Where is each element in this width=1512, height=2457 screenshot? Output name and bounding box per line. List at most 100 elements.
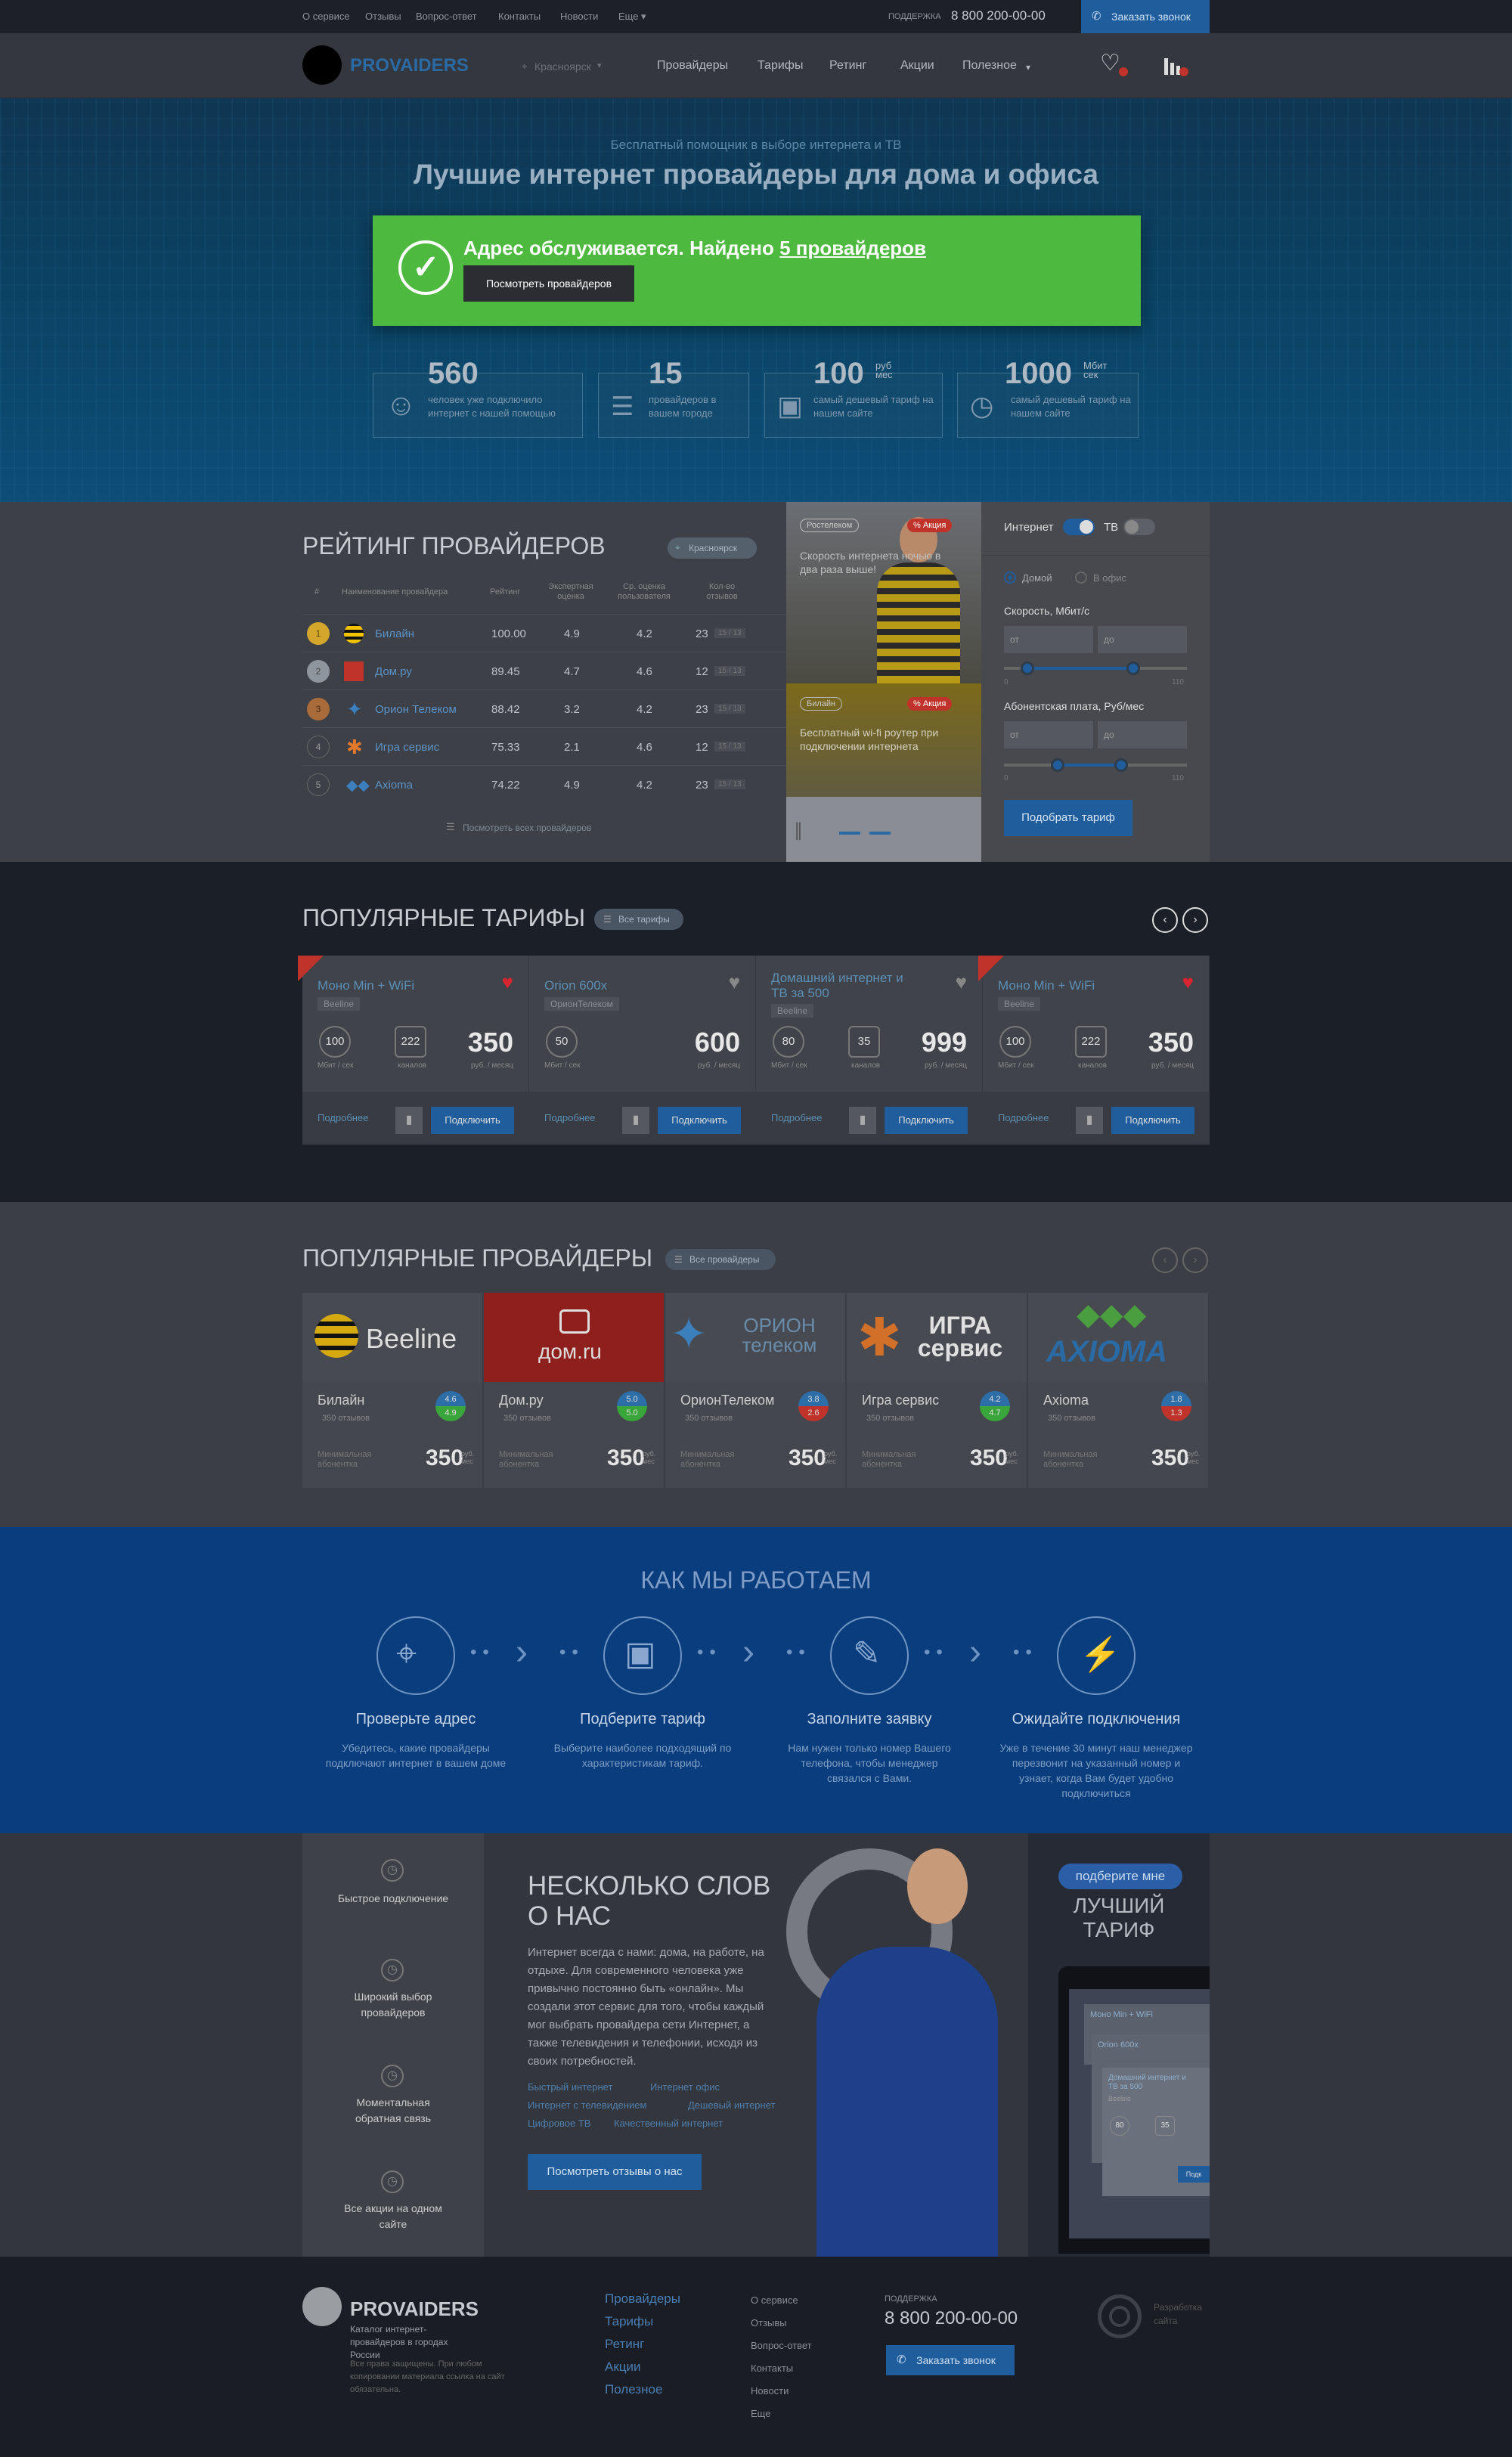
provider-name[interactable]: Axioma — [1043, 1393, 1089, 1408]
nav-useful[interactable]: Полезное — [962, 59, 1017, 73]
tag-link[interactable]: Интернет офис — [650, 2081, 720, 2093]
provider-name[interactable]: Дом.ру — [375, 665, 412, 678]
more-link[interactable]: Подробнее — [771, 1112, 822, 1123]
top-link-more[interactable]: Еще — [618, 11, 638, 22]
pause-icon[interactable]: ∥ — [794, 820, 803, 841]
footer-phone[interactable]: 8 800 200-00-00 — [885, 2308, 1018, 2329]
nav-providers[interactable]: Провайдеры — [657, 59, 728, 73]
provider-name[interactable]: Игра сервис — [375, 741, 439, 754]
tariff-card[interactable]: Orion 600x ОрионТелеком ♥ 50 600 Мбит / … — [529, 956, 756, 1145]
heart-icon[interactable]: ♥ — [956, 971, 967, 994]
speed-slider-max-handle[interactable] — [1126, 662, 1140, 675]
tariff-name[interactable]: Домашний интернет и ТВ за 500 — [771, 971, 922, 1001]
footer-link-faq[interactable]: Вопрос-ответ — [751, 2340, 812, 2351]
top-link-faq[interactable]: Вопрос-ответ — [416, 11, 477, 22]
all-providers-link[interactable]: Посмотреть всех провайдеров — [463, 823, 591, 833]
footer-callback-button[interactable]: ✆ Заказать звонок — [886, 2345, 1015, 2375]
footer-link-tariffs[interactable]: Тарифы — [605, 2314, 653, 2329]
provider-name[interactable]: Дом.ру — [499, 1393, 544, 1408]
tariff-card[interactable]: Моно Min + WiFi Beeline ♥ 100 222 350 Мб… — [978, 956, 1210, 1145]
tariff-card[interactable]: Моно Min + WiFi Beeline ♥ 100 222 350 Мб… — [298, 956, 529, 1145]
rating-row[interactable]: 5 ◆◆ Axioma 74.22 4.9 4.2 23 15 / 13 — [302, 765, 786, 803]
tag-link[interactable]: Цифровое ТВ — [528, 2118, 590, 2129]
provider-name[interactable]: ОрионТелеком — [680, 1393, 774, 1408]
rating-row[interactable]: 3 ✦ Орион Телеком 88.42 3.2 4.2 23 15 / … — [302, 689, 786, 727]
fee-slider-max-handle[interactable] — [1114, 758, 1128, 772]
footer-link-reviews[interactable]: Отзывы — [751, 2317, 787, 2328]
promo-card-beeline[interactable]: Билайн % Акция Бесплатный wi-fi роутер п… — [786, 683, 981, 862]
tariff-name[interactable]: Orion 600x — [544, 978, 696, 993]
prev-arrow-icon[interactable]: ‹ — [1152, 907, 1178, 933]
provider-reviews[interactable]: 350 отзывов — [1048, 1414, 1095, 1423]
provider-name[interactable]: Билайн — [318, 1393, 364, 1408]
prev-arrow-icon[interactable]: ‹ — [1152, 1247, 1178, 1273]
best-tariff-banner[interactable]: подберите мне ЛУЧШИЙ ТАРИФ Моно Min + Wi… — [1028, 1833, 1210, 2257]
more-link[interactable]: Подробнее — [544, 1112, 595, 1123]
more-link[interactable]: Подробнее — [998, 1112, 1049, 1123]
heart-icon[interactable]: ♥ — [729, 971, 740, 994]
heart-icon[interactable]: ♥ — [502, 971, 513, 994]
nav-promos[interactable]: Акции — [900, 59, 934, 73]
compare-icon[interactable]: ▮ — [622, 1107, 649, 1134]
found-providers-link[interactable]: 5 провайдеров — [779, 237, 926, 259]
tariff-name[interactable]: Моно Min + WiFi — [318, 978, 469, 993]
fee-slider-min-handle[interactable] — [1051, 758, 1064, 772]
compare-icon[interactable]: ▮ — [395, 1107, 423, 1134]
radio-office[interactable] — [1075, 572, 1087, 584]
provider-name[interactable]: Axioma — [375, 779, 413, 792]
provider-card[interactable]: ✱ ИГРА сервис Игра сервис 350 отзывов 4.… — [847, 1293, 1027, 1488]
footer-link-rating[interactable]: Ретинг — [605, 2337, 644, 2352]
provider-reviews[interactable]: 350 отзывов — [685, 1414, 733, 1423]
tariff-name[interactable]: Моно Min + WiFi — [998, 978, 1149, 993]
top-link-about[interactable]: О сервисе — [302, 11, 350, 22]
connect-button[interactable]: Подключить — [658, 1107, 741, 1134]
nav-tariffs[interactable]: Тарифы — [758, 59, 803, 73]
provider-reviews[interactable]: 350 отзывов — [866, 1414, 914, 1423]
footer-link-providers[interactable]: Провайдеры — [605, 2291, 680, 2307]
logo-text[interactable]: PROVAIDERS — [350, 55, 469, 76]
provider-name[interactable]: Игра сервис — [862, 1393, 939, 1408]
rating-row[interactable]: 2 Дом.ру 89.45 4.7 4.6 12 15 / 13 — [302, 652, 786, 689]
next-arrow-icon[interactable]: › — [1182, 1247, 1208, 1273]
footer-link-more[interactable]: Еще — [751, 2408, 770, 2419]
top-link-reviews[interactable]: Отзывы — [365, 11, 401, 22]
provider-reviews[interactable]: 350 отзывов — [322, 1414, 370, 1423]
speed-slider-min-handle[interactable] — [1021, 662, 1034, 675]
footer-logo-text[interactable]: PROVAIDERS — [350, 2297, 479, 2321]
developer-credit[interactable]: Разработка сайта — [1154, 2301, 1214, 2328]
top-link-news[interactable]: Новости — [560, 11, 598, 22]
heart-icon[interactable]: ♥ — [1182, 971, 1194, 994]
city-selector[interactable]: Красноярск — [534, 60, 591, 73]
provider-card[interactable]: ✦ ОРИОН телеком ОрионТелеком 350 отзывов… — [665, 1293, 845, 1488]
reviews-button[interactable]: Посмотреть отзывы о нас — [528, 2154, 702, 2190]
carousel-dot-active[interactable] — [839, 832, 860, 835]
provider-card[interactable]: ◆◆◆ AXIOMA Axioma 350 отзывов 1.8 1.3 Ми… — [1028, 1293, 1208, 1488]
provider-reviews[interactable]: 350 отзывов — [503, 1414, 551, 1423]
logo-icon[interactable] — [302, 45, 342, 85]
provider-card[interactable]: Beeline Билайн 350 отзывов 4.6 4.9 Миним… — [302, 1293, 482, 1488]
connect-button[interactable]: Подключить — [885, 1107, 968, 1134]
compare-icon[interactable]: ▮ — [849, 1107, 876, 1134]
footer-link-news[interactable]: Новости — [751, 2385, 789, 2397]
footer-logo-icon[interactable] — [302, 2287, 342, 2326]
show-providers-button[interactable]: Посмотреть провайдеров — [463, 265, 634, 302]
tariff-card[interactable]: Домашний интернет и ТВ за 500 Beeline ♥ … — [756, 956, 983, 1145]
pick-tariff-button[interactable]: Подобрать тариф — [1004, 800, 1132, 836]
more-link[interactable]: Подробнее — [318, 1112, 368, 1123]
provider-name[interactable]: Орион Телеком — [375, 703, 457, 716]
developer-logo-icon[interactable] — [1098, 2294, 1142, 2338]
tv-toggle[interactable] — [1123, 519, 1155, 535]
top-link-contacts[interactable]: Контакты — [498, 11, 541, 22]
promo-card-rostelecom[interactable]: Ростелеком % Акция Скорость интернета но… — [786, 502, 981, 683]
provider-card[interactable]: дом.ru Дом.ру 350 отзывов 5.0 5.0 Минима… — [484, 1293, 664, 1488]
tag-link[interactable]: Быстрый интернет — [528, 2081, 612, 2093]
support-phone[interactable]: 8 800 200-00-00 — [951, 8, 1046, 23]
compare-icon[interactable]: ▮ — [1076, 1107, 1103, 1134]
rating-city-badge[interactable]: ⌖ Красноярск — [668, 538, 757, 559]
footer-link-contacts[interactable]: Контакты — [751, 2362, 793, 2374]
speed-to-input[interactable]: до — [1098, 626, 1187, 653]
speed-from-input[interactable]: от — [1004, 626, 1093, 653]
rating-row[interactable]: 1 Билайн 100.00 4.9 4.2 23 15 / 13 — [302, 614, 786, 652]
all-tariffs-button[interactable]: ☰ Все тарифы — [594, 909, 683, 930]
rating-row[interactable]: 4 ✱ Игра сервис 75.33 2.1 4.6 12 15 / 13 — [302, 727, 786, 765]
